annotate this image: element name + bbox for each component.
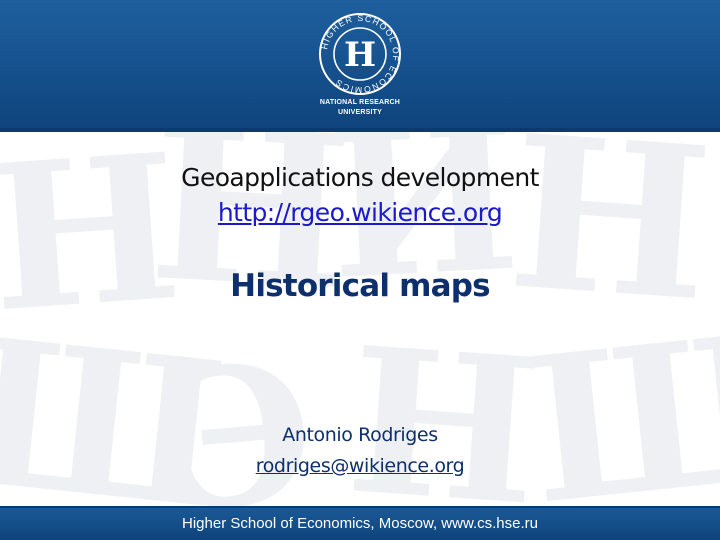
author-name: Antonio Rodriges — [282, 424, 438, 446]
logo-caption: NATIONAL RESEARCH UNIVERSITY — [300, 98, 420, 118]
logo-caption-line1: NATIONAL RESEARCH — [319, 99, 401, 106]
hse-logo: HIGHER SCHOOL OF ECONOMICS Н — [319, 13, 401, 95]
course-url: http://rgeo.wikience.org — [0, 198, 720, 227]
slide-title: Historical maps — [230, 268, 490, 304]
course-link[interactable]: http://rgeo.wikience.org — [218, 198, 503, 227]
svg-text:Э: Э — [153, 320, 323, 506]
logo-letter: Н — [344, 35, 376, 75]
footer-text: Higher School of Economics, Moscow, www.… — [182, 515, 538, 532]
slide: HIGHER SCHOOL OF ECONOMICS Н NATIONAL RE… — [0, 0, 720, 540]
logo-caption-line2: UNIVERSITY — [337, 109, 382, 116]
footer-band: Higher School of Economics, Moscow, www.… — [0, 506, 720, 540]
email-link[interactable]: rodriges@wikience.org — [256, 455, 465, 477]
subtitle: Geoapplications development — [181, 163, 539, 192]
header-band: HIGHER SCHOOL OF ECONOMICS Н NATIONAL RE… — [0, 0, 720, 132]
author-email: rodriges@wikience.org — [0, 455, 720, 477]
